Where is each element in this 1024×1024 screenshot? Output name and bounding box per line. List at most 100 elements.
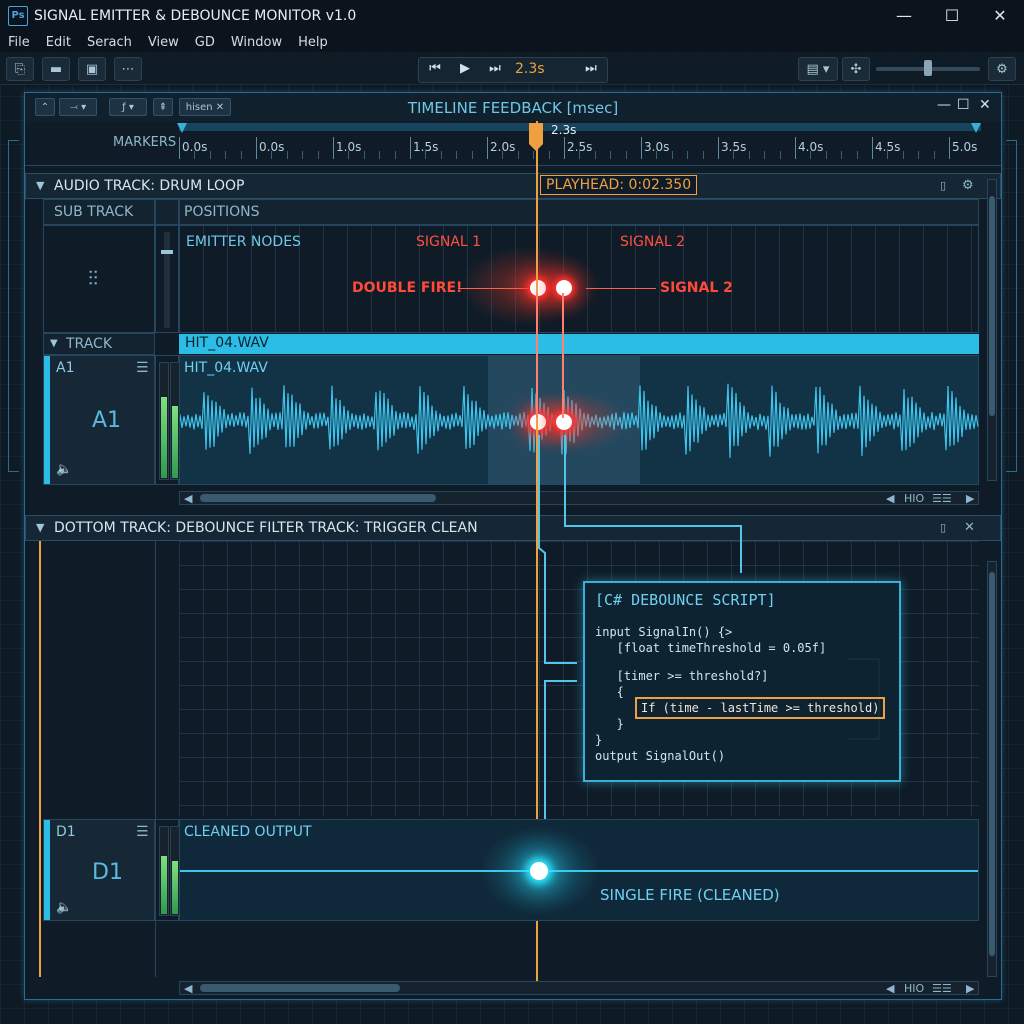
signal-2-node[interactable] xyxy=(556,280,572,296)
ruler-minor-tick xyxy=(625,151,627,159)
waveform-node-2[interactable] xyxy=(556,414,572,430)
debounce-close-icon[interactable]: ✕ xyxy=(964,520,975,535)
menu-edit[interactable]: Edit xyxy=(38,35,79,50)
settings-gear-icon[interactable]: ⚙ xyxy=(988,57,1016,81)
ruler-minor-tick xyxy=(471,151,473,159)
panel-header: ⌃ ⤙ ▾ ƒ ▾ ⇞ hisen ✕ TIMELINE FEEDBACK [m… xyxy=(25,93,1001,122)
collapse-caret-icon[interactable]: ▼ xyxy=(36,179,44,192)
track-header[interactable]: ▼ TRACK xyxy=(43,333,155,355)
bottom-scroll-right-icon[interactable]: ▶ xyxy=(966,982,974,995)
audio-horizontal-scrollbar[interactable]: ◀ ◀ HIO ☰☰ ▶ xyxy=(179,491,979,505)
panel-close-button[interactable]: ✕ xyxy=(979,97,991,113)
close-button[interactable]: ✕ xyxy=(976,0,1024,32)
range-start-marker[interactable] xyxy=(177,123,187,133)
scroll-left-icon-2[interactable]: ◀ xyxy=(886,492,894,505)
track-d1-header[interactable]: D1 ☰ D1 🔈 xyxy=(43,819,155,921)
menu-help[interactable]: Help xyxy=(290,35,336,50)
menu-search[interactable]: Serach xyxy=(79,35,140,50)
menu-file[interactable]: File xyxy=(0,35,38,50)
save-icon[interactable]: ▣ xyxy=(78,57,106,81)
menu-view[interactable]: View xyxy=(140,35,187,50)
speaker-icon[interactable]: 🔈 xyxy=(56,462,72,477)
waveform-clip[interactable]: HIT_04.WAV xyxy=(179,355,979,485)
audio-vertical-scrollbar[interactable] xyxy=(987,179,997,481)
bottom-scroll-left-icon-2[interactable]: ◀ xyxy=(886,982,894,995)
audio-scroll-thumb[interactable] xyxy=(200,494,436,502)
scroll-right-icon[interactable]: ▶ xyxy=(966,492,974,505)
playhead-handle[interactable] xyxy=(529,123,543,151)
zoom-lines-icon[interactable]: ☰☰ xyxy=(932,492,952,505)
minimize-button[interactable]: — xyxy=(880,0,928,32)
range-end-marker[interactable] xyxy=(971,123,981,133)
bottom-horizontal-scrollbar[interactable]: ◀ ◀ HIO ☰☰ ▶ xyxy=(179,981,979,995)
sub-track-label: SUB TRACK xyxy=(54,204,134,220)
scroll-left-icon[interactable]: ◀ xyxy=(184,492,192,505)
debounce-clip-icon[interactable]: ▯ xyxy=(940,521,946,534)
bottom-zoom-lines-icon[interactable]: ☰☰ xyxy=(932,982,952,995)
ruler-minor-tick xyxy=(856,151,858,159)
ruler-minor-tick xyxy=(656,151,658,159)
clip-header-label: HIT_04.WAV xyxy=(185,335,269,351)
track-a1-color-strip xyxy=(44,356,50,484)
window-title: SIGNAL EMITTER & DEBOUNCE MONITOR v1.0 xyxy=(34,8,357,24)
bottom-timecode: HIO xyxy=(904,982,925,995)
time-ruler[interactable]: MARKERS 0.0s 0.0s 1.0s 1.5s 2.0s 2.5s 3.0s 3.5s… xyxy=(25,121,1001,166)
audio-vscroll-thumb[interactable] xyxy=(989,196,995,416)
app-icon: Ps xyxy=(8,6,28,26)
ruler-minor-tick xyxy=(841,151,843,159)
bottom-scroll-thumb[interactable] xyxy=(200,984,400,992)
fader-knob[interactable] xyxy=(161,250,173,254)
new-file-icon[interactable]: ⎘ xyxy=(6,57,34,81)
track-menu-icon[interactable]: ☰ xyxy=(136,360,149,376)
ruler-minor-tick xyxy=(240,151,242,159)
ruler-minor-tick xyxy=(764,151,766,159)
clip-list-icon[interactable]: ▯ xyxy=(940,179,946,192)
panel-minimize-button[interactable]: — xyxy=(937,97,951,113)
double-fire-label: DOUBLE FIRE! xyxy=(352,280,463,296)
bottom-scroll-left-icon[interactable]: ◀ xyxy=(184,982,192,995)
mixer-sliders-icon[interactable]: ⫶⫶ xyxy=(88,266,98,290)
playhead-readout: PLAYHEAD: 0:02.350 xyxy=(540,175,698,195)
play-icon[interactable]: ▶ xyxy=(451,58,479,80)
section-settings-icon[interactable]: ⚙ xyxy=(962,178,974,193)
maximize-button[interactable]: ☐ xyxy=(928,0,976,32)
track-d1-menu-icon[interactable]: ☰ xyxy=(136,824,149,840)
skip-forward-icon[interactable]: ⏭ xyxy=(481,58,509,80)
ruler-tick xyxy=(872,137,873,159)
panel-maximize-button[interactable]: ☐ xyxy=(957,97,970,113)
ruler-range-bar[interactable] xyxy=(179,123,981,131)
audio-section-title: AUDIO TRACK: DRUM LOOP xyxy=(54,178,245,194)
zoom-slider-thumb[interactable] xyxy=(924,60,932,76)
track-a1-header[interactable]: A1 ☰ A1 🔈 xyxy=(43,355,155,485)
ruler-minor-tick xyxy=(194,151,196,159)
waveform-node-1[interactable] xyxy=(530,414,546,430)
debounce-caret-icon[interactable]: ▼ xyxy=(36,521,44,534)
clip-header-bar[interactable]: HIT_04.WAV xyxy=(179,334,979,354)
skip-back-icon[interactable]: ⏮ xyxy=(421,58,449,80)
ruler-minor-tick xyxy=(379,151,381,159)
open-folder-icon[interactable]: ▬ xyxy=(42,57,70,81)
menu-window[interactable]: Window xyxy=(223,35,290,50)
debounce-section-header[interactable]: ▼ DOTTOM TRACK: DEBOUNCE FILTER TRACK: T… xyxy=(25,515,1001,541)
track-d1-speaker-icon[interactable]: 🔈 xyxy=(56,900,72,915)
cleaned-output-clip[interactable]: CLEANED OUTPUT SINGLE FIRE (CLEANED) xyxy=(179,819,979,921)
grid-options-icon[interactable]: ⋯ xyxy=(114,57,142,81)
menu-gd[interactable]: GD xyxy=(187,35,223,50)
single-fire-node[interactable] xyxy=(530,862,548,880)
view-options-icon[interactable]: ▤ ▾ xyxy=(798,57,838,81)
ruler-minor-tick xyxy=(317,151,319,159)
ruler-minor-tick xyxy=(348,151,350,159)
debounce-vscroll-thumb[interactable] xyxy=(989,572,995,956)
step-forward-icon[interactable]: ⏭ xyxy=(577,58,605,80)
code-line-7: output SignalOut() xyxy=(595,749,726,763)
track-caret-icon[interactable]: ▼ xyxy=(50,338,58,349)
debounce-vertical-scrollbar[interactable] xyxy=(987,561,997,977)
track-d1-short-label: D1 xyxy=(56,824,76,840)
snap-icon[interactable]: ✣ xyxy=(842,57,870,81)
debounce-script-box[interactable]: [C# DEBOUNCE SCRIPT] input SignalIn() {>… xyxy=(583,581,901,782)
signal-1-node[interactable] xyxy=(530,280,546,296)
audio-section-header[interactable]: ▼ AUDIO TRACK: DRUM LOOP PLAYHEAD: 0:02.… xyxy=(25,173,1001,199)
emitter-nodes-label: EMITTER NODES xyxy=(186,234,301,250)
code-line-4: { xyxy=(595,685,624,699)
emitter-fader[interactable] xyxy=(155,225,179,333)
